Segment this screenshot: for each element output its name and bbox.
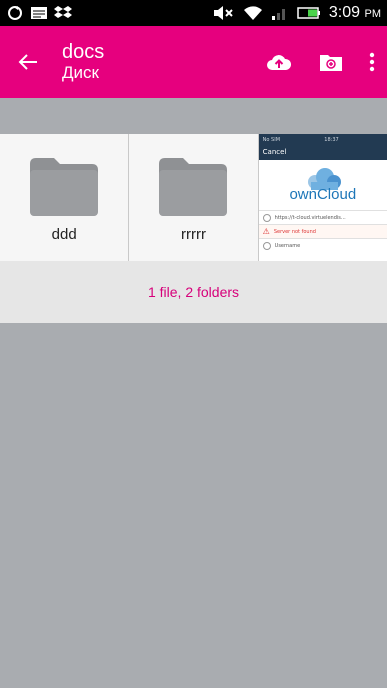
- app-bar: docs Диск: [0, 26, 387, 98]
- battery-icon: [297, 7, 320, 19]
- more-options-button[interactable]: [357, 26, 387, 98]
- empty-area: [0, 323, 387, 688]
- thumbnail-status-text: No SIM: [262, 137, 281, 143]
- arrow-left-icon: [18, 54, 37, 70]
- page-subtitle: Диск: [62, 63, 99, 82]
- thumbnail-warning-row: ⚠ Server not found: [258, 224, 387, 238]
- folder-icon: [159, 158, 228, 216]
- status-bar: 3:09 PM: [0, 0, 387, 26]
- folder-name: rrrrr: [181, 226, 206, 243]
- message-icon: [31, 7, 47, 19]
- wifi-icon: [243, 6, 262, 20]
- cloud-upload-icon: [267, 55, 292, 70]
- grid-item-file-thumbnail[interactable]: No SIM 18:37 Cancel ownCloud https://t-cl…: [258, 134, 387, 261]
- new-folder-button[interactable]: [305, 26, 357, 98]
- thumbnail-logo: ownCloud: [258, 160, 387, 210]
- thumbnail-username-row: Username: [258, 238, 387, 252]
- grid-item-folder-rrrrr[interactable]: rrrrr: [129, 134, 258, 261]
- thumbnail-header: No SIM 18:37 Cancel: [258, 134, 387, 160]
- folder-summary: 1 file, 2 folders: [0, 261, 387, 323]
- upload-button[interactable]: [253, 26, 305, 98]
- signal-icon: [271, 9, 285, 20]
- thumbnail-logo-text: ownCloud: [289, 185, 357, 203]
- status-time: 3:09 PM: [328, 4, 381, 21]
- grid-item-folder-ddd[interactable]: ddd: [0, 134, 129, 261]
- folder-plus-icon: [320, 55, 342, 71]
- more-vert-icon: [369, 52, 375, 72]
- folder-name: ddd: [51, 226, 77, 243]
- back-button[interactable]: [0, 26, 56, 98]
- sync-icon: [8, 6, 22, 20]
- thumbnail-cancel-text: Cancel: [262, 148, 287, 156]
- mute-icon: [213, 6, 233, 20]
- page-title: docs: [62, 41, 105, 63]
- file-grid: ddd rrrrr No SIM 18:37 Cancel ownCloud ht…: [0, 134, 387, 261]
- folder-icon: [30, 158, 99, 216]
- top-spacer: [0, 98, 387, 134]
- dropbox-icon: [54, 6, 72, 18]
- thumbnail-server-row: https://t-cloud.virtuelendis...: [258, 210, 387, 224]
- thumbnail-clock: 18:37: [324, 137, 339, 143]
